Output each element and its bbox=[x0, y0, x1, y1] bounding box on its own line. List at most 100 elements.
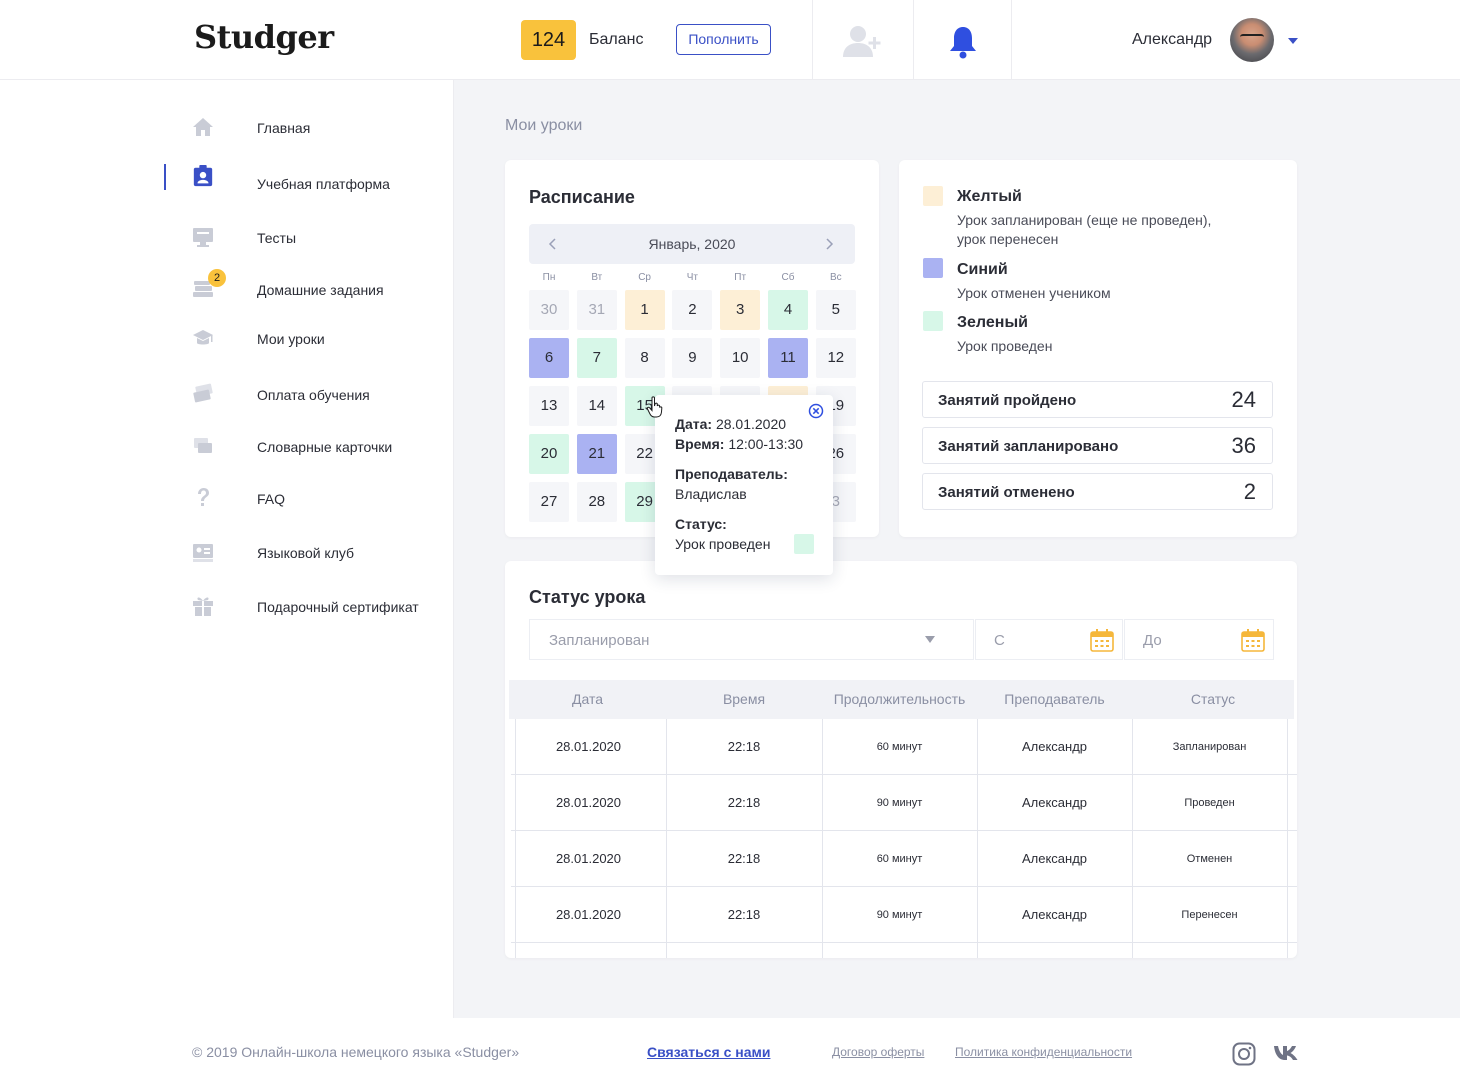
column-divider bbox=[515, 719, 516, 958]
sidebar-item-homework[interactable]: 2 Домашние задания bbox=[0, 269, 454, 308]
table-cell: 22:18 bbox=[727, 795, 761, 810]
calendar-day[interactable]: 21 bbox=[576, 434, 617, 474]
column-header[interactable]: Продолжительность bbox=[822, 680, 977, 719]
weekday-label: Вс bbox=[829, 272, 842, 283]
header-divider bbox=[1011, 0, 1012, 80]
avatar[interactable] bbox=[1230, 18, 1274, 62]
column-header[interactable]: Дата bbox=[509, 680, 666, 719]
sidebar-item-language-club[interactable]: Языковой клуб bbox=[0, 535, 454, 571]
table-cell: Запланирован bbox=[1172, 741, 1247, 753]
tooltip-time-value: 12:00-13:30 bbox=[728, 436, 804, 452]
weekday-label: Пн bbox=[542, 272, 556, 283]
column-divider bbox=[1287, 719, 1288, 958]
calendar-day[interactable]: 28 bbox=[576, 482, 617, 522]
calendar-day[interactable]: 6 bbox=[529, 338, 569, 378]
calendar-day[interactable]: 13 bbox=[529, 386, 569, 426]
calendar-day[interactable]: 9 bbox=[672, 338, 713, 378]
calendar-day[interactable]: 31 bbox=[576, 290, 617, 330]
tooltip-date-label: Дата: bbox=[675, 416, 713, 432]
vk-icon[interactable] bbox=[1273, 1044, 1299, 1062]
calendar-day[interactable]: 30 bbox=[529, 290, 569, 330]
close-icon[interactable] bbox=[808, 403, 824, 419]
date-to-field[interactable]: До bbox=[1124, 619, 1274, 660]
user-name[interactable]: Александр bbox=[1132, 31, 1212, 49]
legend-green-name: Зеленый bbox=[957, 314, 1028, 331]
sidebar-item-learning-platform[interactable]: Учебная платформа bbox=[0, 164, 454, 202]
badge-icon bbox=[193, 165, 213, 187]
calendar-day[interactable]: 27 bbox=[529, 482, 569, 522]
calendar-day[interactable]: 14 bbox=[576, 386, 617, 426]
sidebar-item-tests[interactable]: Тесты bbox=[0, 220, 454, 256]
calendar-day[interactable]: 1 bbox=[624, 290, 665, 330]
privacy-link[interactable]: Политика конфиденциальности bbox=[955, 1045, 1132, 1059]
calendar-day[interactable]: 20 bbox=[529, 434, 569, 474]
sidebar-item-flashcards[interactable]: Словарные карточки bbox=[0, 429, 454, 465]
add-user-icon[interactable] bbox=[841, 23, 883, 59]
tooltip-teacher-label: Преподаватель: bbox=[675, 466, 788, 482]
sidebar-item-home[interactable]: Главная bbox=[0, 110, 454, 146]
calendar-day[interactable]: 11 bbox=[768, 338, 808, 378]
homework-count-badge: 2 bbox=[208, 269, 226, 287]
blue-swatch bbox=[923, 258, 943, 278]
chevron-down-icon[interactable] bbox=[1288, 38, 1298, 44]
calendar-day[interactable]: 10 bbox=[720, 338, 761, 378]
legend-card: Желтый Урок запланирован (еще не проведе… bbox=[899, 160, 1297, 537]
logo[interactable]: Studger bbox=[194, 18, 334, 56]
sidebar-item-gift-certificate[interactable]: Подарочный сертификат bbox=[0, 589, 454, 625]
chevron-right-icon[interactable] bbox=[821, 236, 837, 252]
calendar-day[interactable]: 4 bbox=[768, 290, 808, 330]
table-cell: Александр bbox=[1021, 907, 1088, 922]
bell-icon[interactable] bbox=[948, 25, 978, 59]
calendar-day[interactable]: 12 bbox=[815, 338, 856, 378]
calendar-day[interactable]: 2 bbox=[672, 290, 713, 330]
column-divider bbox=[1132, 719, 1133, 958]
calendar-icon[interactable] bbox=[1090, 628, 1114, 652]
column-header[interactable]: Статус bbox=[1132, 680, 1294, 719]
footer: © 2019 Онлайн-школа немецкого языка «Stu… bbox=[0, 1018, 1460, 1089]
calendar-day[interactable]: 3 bbox=[720, 290, 761, 330]
lesson-tooltip: Дата: 28.01.2020 Время: 12:00-13:30 Преп… bbox=[655, 395, 833, 575]
calendar-header: Январь, 2020 bbox=[529, 224, 855, 264]
column-header[interactable]: Преподаватель bbox=[977, 680, 1132, 719]
table-cell: 60 минут bbox=[876, 853, 923, 865]
calendar-icon[interactable] bbox=[1241, 628, 1265, 652]
legend-yellow-name: Желтый bbox=[957, 188, 1022, 205]
table-cell: Александр bbox=[1021, 851, 1088, 866]
row-divider bbox=[511, 942, 1297, 943]
table-cell: Перенесен bbox=[1181, 909, 1238, 921]
column-header[interactable]: Время bbox=[666, 680, 822, 719]
sidebar-item-label: Мои уроки bbox=[257, 331, 325, 347]
tooltip-status-label: Статус: bbox=[675, 516, 727, 532]
balance-value: 124 bbox=[521, 20, 576, 60]
instagram-icon[interactable] bbox=[1232, 1042, 1256, 1066]
home-icon bbox=[193, 118, 213, 136]
sidebar-item-faq[interactable]: FAQ bbox=[0, 481, 454, 517]
offer-link[interactable]: Договор оферты bbox=[832, 1045, 924, 1059]
sidebar-item-label: Оплата обучения bbox=[257, 387, 370, 403]
sidebar-item-label: Учебная платформа bbox=[257, 176, 390, 192]
sidebar-item-label: Тесты bbox=[257, 230, 297, 246]
column-divider bbox=[822, 719, 823, 958]
date-from-field[interactable]: С bbox=[975, 619, 1123, 660]
legend-yellow-desc: Урок запланирован (еще не проведен), уро… bbox=[957, 212, 1212, 247]
calendar-day[interactable]: 8 bbox=[624, 338, 665, 378]
calendar-day[interactable]: 5 bbox=[815, 290, 856, 330]
calendar-day[interactable]: 7 bbox=[576, 338, 617, 378]
sidebar-item-my-lessons[interactable]: Мои уроки bbox=[0, 321, 454, 357]
calendar-month: Январь, 2020 bbox=[648, 236, 736, 252]
yellow-swatch bbox=[923, 186, 943, 206]
stat-label: Занятий запланировано bbox=[938, 438, 1119, 455]
sidebar-item-payment[interactable]: Оплата обучения bbox=[0, 377, 454, 413]
table-cell: 22:18 bbox=[727, 907, 761, 922]
top-header: Studger 124 Баланс Пополнить Александр bbox=[0, 0, 1460, 80]
table-cell: 22:18 bbox=[727, 851, 761, 866]
green-swatch bbox=[923, 311, 943, 331]
copyright: © 2019 Онлайн-школа немецкого языка «Stu… bbox=[192, 1044, 520, 1060]
gift-icon bbox=[193, 597, 213, 616]
date-to-placeholder: До bbox=[1143, 632, 1162, 649]
topup-button[interactable]: Пополнить bbox=[676, 24, 771, 55]
contact-link[interactable]: Связаться с нами bbox=[647, 1044, 770, 1060]
sidebar-item-label: Главная bbox=[257, 120, 311, 136]
stat-label: Занятий пройдено bbox=[938, 392, 1077, 409]
status-select[interactable]: Запланирован bbox=[529, 619, 974, 660]
